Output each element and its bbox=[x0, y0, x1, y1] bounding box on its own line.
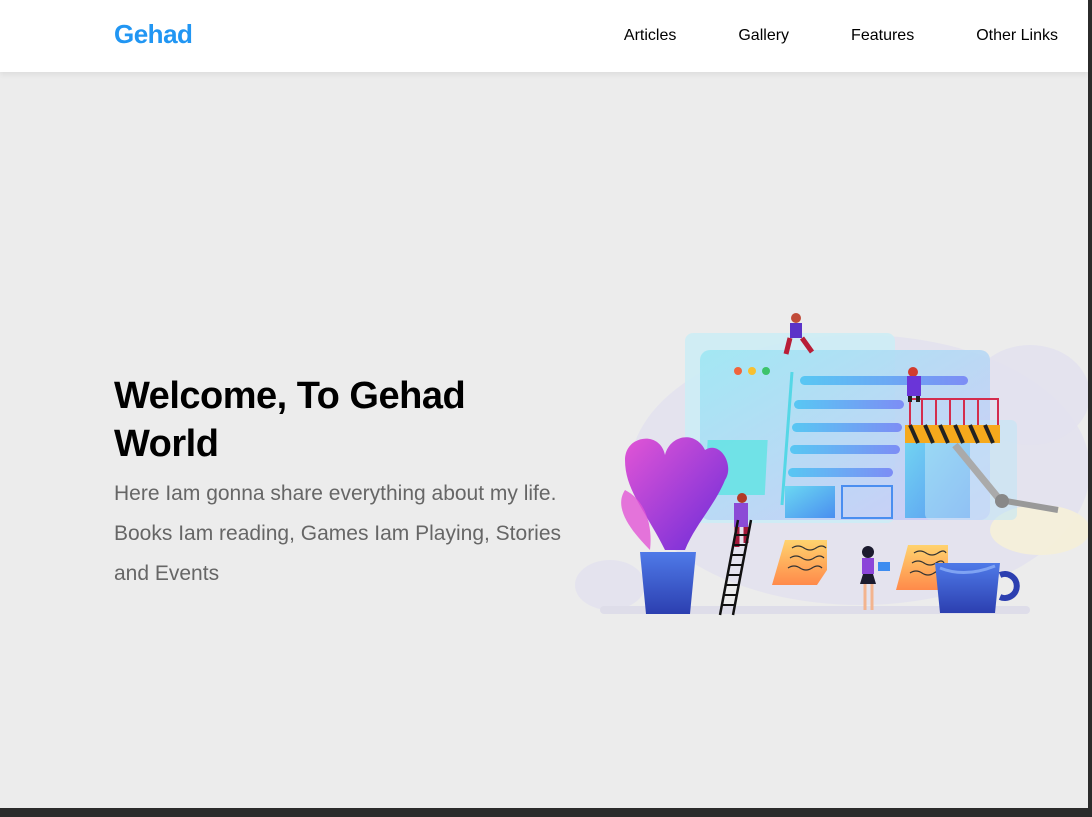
main-nav: Articles Gallery Features Other Links bbox=[624, 0, 1058, 72]
window-edge-right bbox=[1088, 0, 1092, 817]
site-header: Gehad Articles Gallery Features Other Li… bbox=[0, 0, 1088, 72]
nav-item-gallery: Gallery bbox=[676, 0, 789, 72]
nav-link-articles[interactable]: Articles bbox=[624, 0, 676, 72]
nav-item-other-links: Other Links bbox=[914, 0, 1058, 72]
nav-link-other-links[interactable]: Other Links bbox=[976, 0, 1058, 72]
nav-link-gallery[interactable]: Gallery bbox=[738, 0, 789, 72]
page-viewport: Gehad Articles Gallery Features Other Li… bbox=[0, 0, 1088, 808]
hero-illustration bbox=[575, 313, 1088, 616]
site-logo[interactable]: Gehad bbox=[114, 18, 193, 50]
hero-title: Welcome, To Gehad World bbox=[114, 375, 466, 465]
nav-link-features[interactable]: Features bbox=[851, 0, 914, 72]
window-edge-bottom bbox=[0, 808, 1092, 817]
hero-description: Here Iam gonna share everything about my… bbox=[114, 482, 562, 585]
nav-item-articles: Articles bbox=[624, 0, 676, 72]
nav-item-features: Features bbox=[789, 0, 914, 72]
hero-section: Welcome, To Gehad World Here Iam gonna s… bbox=[114, 372, 564, 594]
